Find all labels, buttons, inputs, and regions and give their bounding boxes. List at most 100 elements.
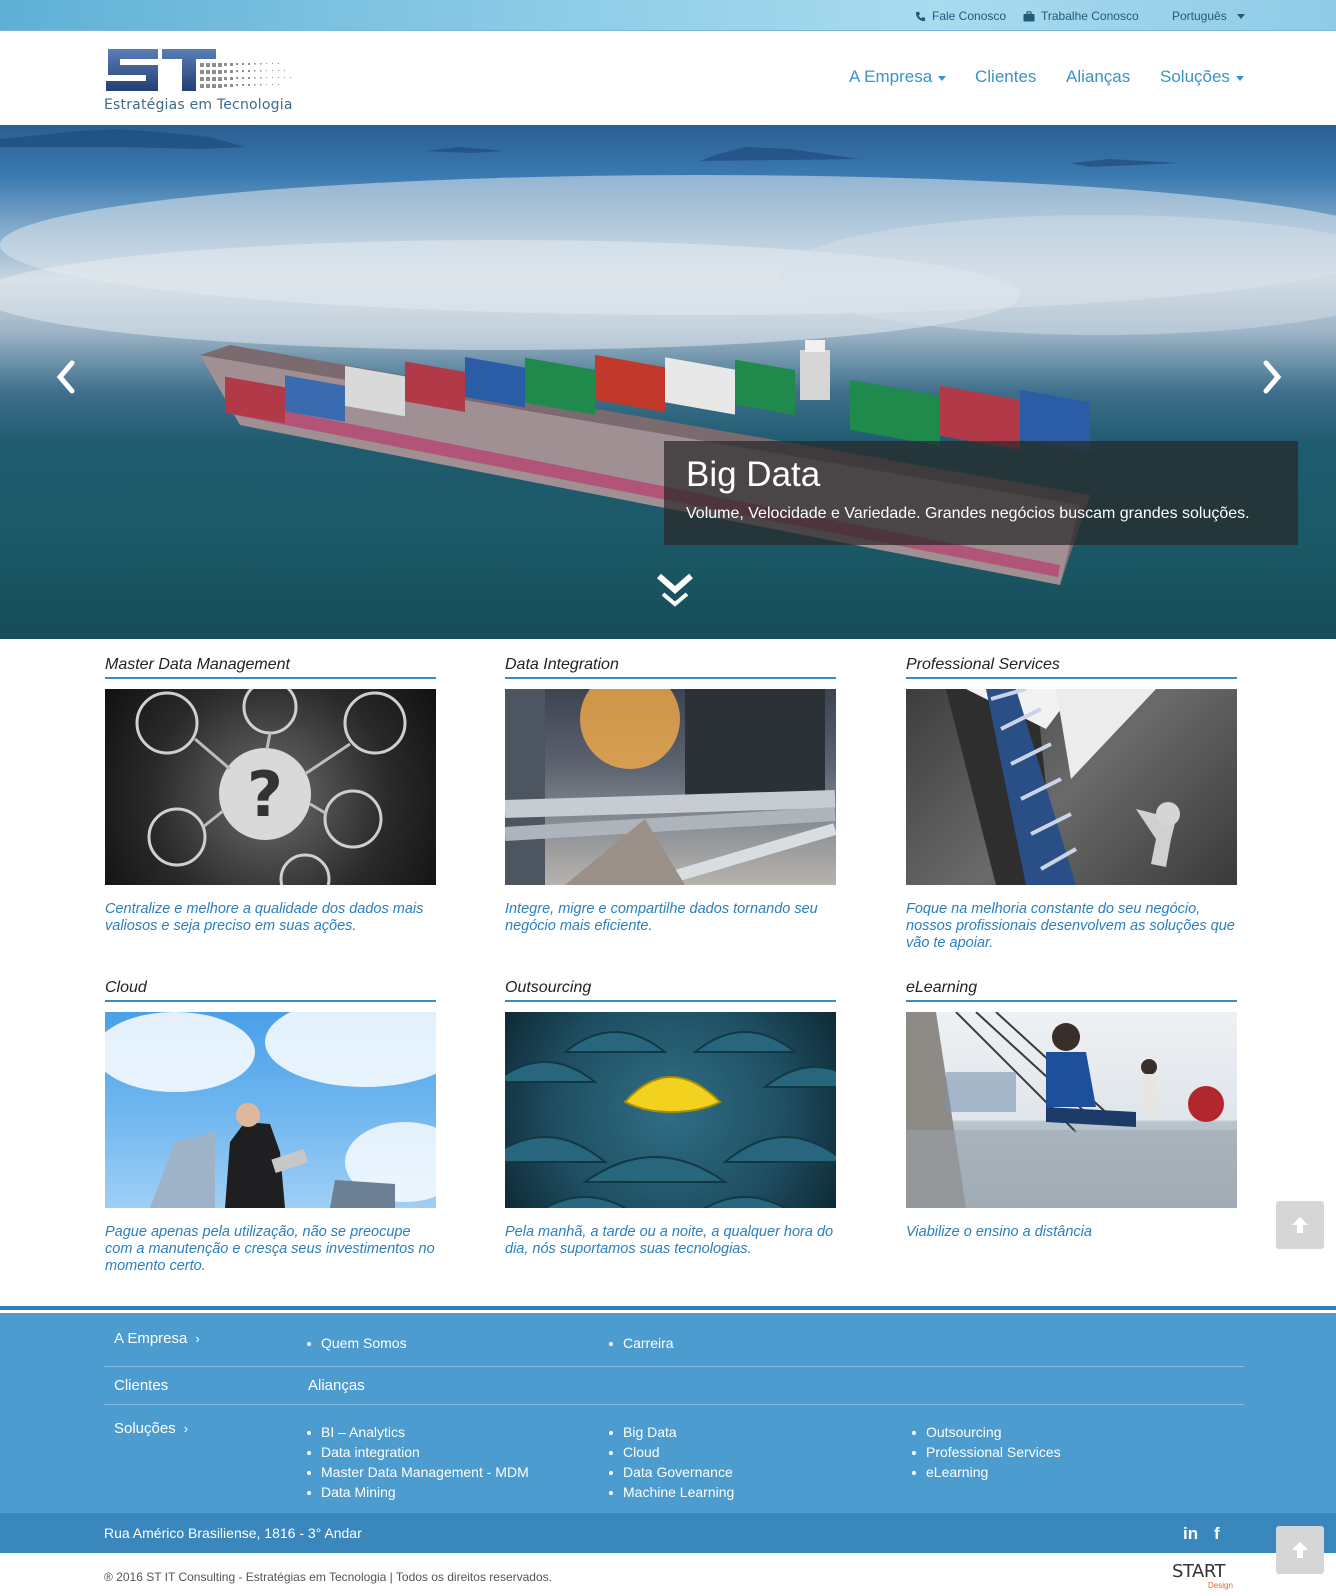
- footer-solucoes-col-3: Outsourcing Professional Services eLearn…: [910, 1422, 1061, 1482]
- footer-link[interactable]: eLearning: [910, 1462, 1061, 1482]
- card-text: Centralize e melhore a qualidade dos dad…: [105, 901, 424, 934]
- suit-tie-image-icon: [946, 689, 1180, 885]
- card-title: Data Integration: [505, 655, 836, 679]
- chevron-right-icon: ›: [183, 1421, 189, 1436]
- nav-solucoes[interactable]: Soluções: [1160, 67, 1244, 87]
- designer-logo-sub: Design: [1208, 1581, 1233, 1590]
- nav-label: A Empresa: [849, 67, 933, 86]
- contact-link[interactable]: Fale Conosco: [915, 9, 1006, 23]
- card-image: [105, 1012, 436, 1208]
- carousel-next-icon[interactable]: [1258, 357, 1288, 397]
- footer-empresa-list-2: Carreira: [607, 1333, 674, 1353]
- phone-icon: [915, 11, 926, 21]
- card-title: Professional Services: [906, 655, 1237, 679]
- contact-label: Fale Conosco: [932, 9, 1007, 23]
- footer-divider: [0, 1306, 1336, 1310]
- footer-clientes[interactable]: Clientes: [114, 1377, 168, 1394]
- card-image: ?: [105, 689, 436, 885]
- chevron-down-icon: [1235, 75, 1244, 81]
- nav-label: Alianças: [1066, 67, 1131, 86]
- footer-link[interactable]: Outsourcing: [910, 1422, 1061, 1442]
- logo-tagline: Estratégias em Tecnologia: [104, 97, 293, 113]
- top-bar: Fale Conosco Trabalhe Conosco Português: [0, 0, 1336, 31]
- arrow-up-icon: [1292, 1542, 1308, 1558]
- language-select[interactable]: Português: [1172, 9, 1245, 23]
- facebook-icon[interactable]: f: [1214, 1524, 1220, 1544]
- nav-label: Clientes: [975, 67, 1037, 86]
- service-card-data-integration[interactable]: Data Integration Integre, migre e compar…: [505, 655, 836, 935]
- service-card-elearning[interactable]: eLearning Viabilize o ensino a distância: [906, 978, 1237, 1241]
- address-text: Rua Américo Brasiliense, 1816 - 3° Andar: [104, 1525, 362, 1541]
- nav-clientes[interactable]: Clientes: [975, 67, 1036, 87]
- back-to-top-button[interactable]: [1276, 1201, 1324, 1249]
- pipes-image-icon: [505, 689, 836, 885]
- chevron-right-icon: ›: [195, 1331, 200, 1346]
- card-title: Master Data Management: [105, 655, 436, 679]
- card-title: Cloud: [105, 978, 436, 1002]
- umbrellas-image-icon: [505, 1031, 836, 1208]
- designer-logo[interactable]: START Design: [1172, 1561, 1234, 1591]
- card-title: Outsourcing: [505, 978, 836, 1002]
- footer-link[interactable]: Data Mining: [305, 1482, 529, 1502]
- hero-image: [0, 129, 1336, 585]
- logo-mark-icon: [106, 49, 291, 91]
- footer-separator: [104, 1404, 1244, 1405]
- service-card-outsourcing[interactable]: Outsourcing Pela manhã, a tarde ou a noi…: [505, 978, 836, 1258]
- card-text: Viabilize o ensino a distância: [906, 1224, 1092, 1240]
- footer-link-carreira[interactable]: Carreira: [607, 1333, 674, 1353]
- student-laptop-image-icon: [906, 1012, 1237, 1208]
- card-image: [505, 1012, 836, 1208]
- footer-link[interactable]: Professional Services: [910, 1442, 1061, 1462]
- copyright-text: ® 2016 ST IT Consulting - Estratégias em…: [104, 1570, 552, 1584]
- carousel-prev-icon[interactable]: [50, 357, 80, 397]
- footer-solucoes-col-2: Big Data Cloud Data Governance Machine L…: [607, 1422, 734, 1502]
- service-card-cloud[interactable]: Cloud Pague apenas pela utilização, não …: [105, 978, 436, 1275]
- st-logo[interactable]: Estratégias em Tecnologia: [104, 41, 296, 117]
- service-card-mdm[interactable]: Master Data Management ? Centralize e me…: [105, 655, 436, 935]
- card-image: [906, 689, 1237, 885]
- footer-link[interactable]: Master Data Management - MDM: [305, 1462, 529, 1482]
- language-label: Português: [1172, 9, 1227, 23]
- hero-caption: Big Data Volume, Velocidade e Variedade.…: [664, 441, 1298, 545]
- footer-link[interactable]: Cloud: [607, 1442, 734, 1462]
- footer-link[interactable]: Data Governance: [607, 1462, 734, 1482]
- site-footer: A Empresa › Quem Somos Carreira Clientes…: [0, 1313, 1336, 1513]
- footer-label: Soluções: [114, 1420, 176, 1437]
- address-bar: Rua Américo Brasiliense, 1816 - 3° Andar…: [0, 1513, 1336, 1553]
- card-text: Integre, migre e compartilhe dados torna…: [505, 901, 818, 934]
- site-header: Estratégias em Tecnologia A Empresa Clie…: [0, 31, 1336, 125]
- hero-carousel: Big Data Volume, Velocidade e Variedade.…: [0, 125, 1336, 639]
- card-text: Pela manhã, a tarde ou a noite, a qualqu…: [505, 1224, 834, 1257]
- nav-aliancas[interactable]: Alianças: [1066, 67, 1130, 87]
- footer-link[interactable]: Data integration: [305, 1442, 529, 1462]
- nav-a-empresa[interactable]: A Empresa: [849, 67, 947, 87]
- chevron-down-icon: [1236, 13, 1245, 19]
- footer-solucoes-col-1: BI – Analytics Data integration Master D…: [305, 1422, 529, 1502]
- arrow-up-icon: [1292, 1217, 1308, 1233]
- work-label: Trabalhe Conosco: [1041, 9, 1139, 23]
- card-text: Foque na melhoria constante do seu negóc…: [906, 901, 1235, 951]
- footer-aliancas[interactable]: Alianças: [308, 1377, 365, 1394]
- linkedin-icon[interactable]: in: [1183, 1524, 1198, 1544]
- card-title: eLearning: [906, 978, 1237, 1002]
- footer-empresa-list-1: Quem Somos: [305, 1333, 407, 1353]
- hero-subtitle: Volume, Velocidade e Variedade. Grandes …: [686, 505, 1250, 522]
- footer-a-empresa[interactable]: A Empresa ›: [114, 1330, 200, 1347]
- chevron-down-icon: [938, 75, 947, 81]
- businessman-sky-image-icon: [105, 1012, 436, 1208]
- footer-link[interactable]: Machine Learning: [607, 1482, 734, 1502]
- footer-link[interactable]: Big Data: [607, 1422, 734, 1442]
- footer-link[interactable]: BI – Analytics: [305, 1422, 529, 1442]
- card-image: [505, 689, 836, 885]
- double-chevron-down-icon[interactable]: [655, 570, 695, 614]
- footer-label: A Empresa: [114, 1330, 188, 1347]
- footer-solucoes[interactable]: Soluções ›: [114, 1420, 188, 1437]
- card-image: [906, 1012, 1237, 1208]
- question-mark-diagram-icon: ?: [135, 689, 407, 885]
- work-with-us-link[interactable]: Trabalhe Conosco: [1023, 9, 1139, 23]
- footer-link-quem-somos[interactable]: Quem Somos: [305, 1333, 407, 1353]
- back-to-top-button[interactable]: [1276, 1526, 1324, 1574]
- service-card-professional-services[interactable]: Professional Services Foque na melhoria …: [906, 655, 1237, 952]
- briefcase-icon: [1023, 10, 1035, 21]
- hero-title: Big Data: [686, 455, 821, 494]
